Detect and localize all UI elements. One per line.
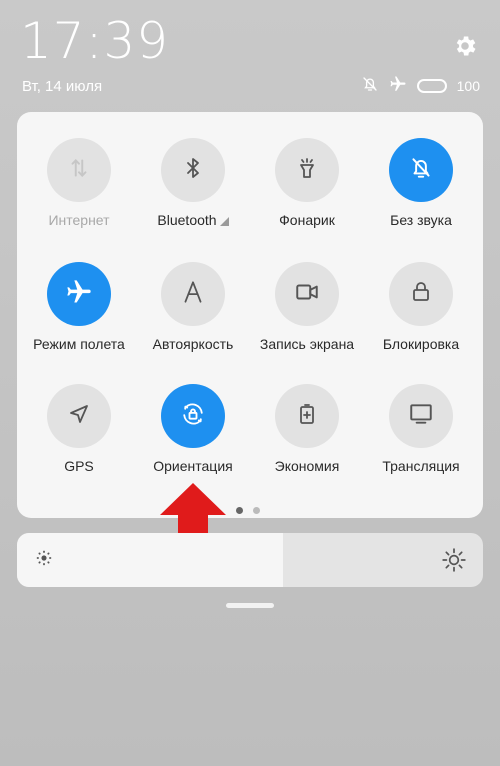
battery-icon (416, 79, 447, 93)
tile-airplane-mode[interactable]: Режим полета (21, 262, 137, 352)
drag-handle[interactable] (226, 603, 274, 608)
page-indicator (236, 507, 260, 514)
bluetooth-icon (181, 156, 205, 185)
tile-label: Запись экрана (259, 336, 355, 352)
tile-label-wrap: Bluetooth (135, 212, 251, 228)
tile-screen-record-button[interactable] (275, 262, 339, 326)
tile-lock[interactable]: Блокировка (363, 262, 479, 352)
tile-internet-button[interactable] (47, 138, 111, 202)
airplane-icon (65, 278, 93, 311)
quick-settings-panel: Интернет Bluetooth Фонарик Без звука Реж… (17, 112, 483, 518)
video-camera-icon (294, 279, 320, 310)
tile-battery-saver-button[interactable] (275, 384, 339, 448)
tile-silent-button[interactable] (389, 138, 453, 202)
tile-gps-button[interactable] (47, 384, 111, 448)
tile-label: Ориентация (153, 458, 233, 474)
page-dot-1[interactable] (236, 507, 243, 514)
tile-label: Фонарик (279, 212, 335, 228)
tile-orientation[interactable]: Ориентация (135, 384, 251, 474)
status-bar: 100 (361, 76, 480, 96)
data-arrows-icon (66, 155, 92, 186)
tile-label: Без звука (390, 212, 452, 228)
tile-auto-brightness-button[interactable] (161, 262, 225, 326)
tile-bluetooth-button[interactable] (161, 138, 225, 202)
bell-off-icon (408, 155, 434, 186)
tile-label: Режим полета (33, 336, 125, 352)
rotation-lock-icon (179, 400, 207, 433)
page-dot-2[interactable] (253, 507, 260, 514)
gear-icon[interactable] (452, 33, 478, 59)
tile-label: Bluetooth (157, 212, 217, 228)
tile-airplane-mode-button[interactable] (47, 262, 111, 326)
flashlight-icon (295, 156, 319, 185)
tile-label: Автояркость (152, 336, 234, 352)
expand-triangle-icon[interactable] (219, 217, 229, 226)
tile-orientation-button[interactable] (161, 384, 225, 448)
battery-saver-icon (295, 402, 319, 431)
cast-screen-icon (408, 401, 434, 432)
tile-flashlight[interactable]: Фонарик (249, 138, 365, 228)
brightness-high-icon (441, 547, 467, 578)
tile-bluetooth[interactable]: Bluetooth (135, 138, 251, 228)
tile-silent[interactable]: Без звука (363, 138, 479, 228)
tile-cast-button[interactable] (389, 384, 453, 448)
brightness-slider[interactable] (17, 533, 483, 587)
date: Вт, 14 июля (22, 78, 103, 95)
tile-internet[interactable]: Интернет (21, 138, 137, 228)
tile-label: Блокировка (382, 336, 460, 352)
lock-icon (409, 280, 433, 309)
tile-battery-saver[interactable]: Экономия (249, 384, 365, 474)
tile-label: GPS (64, 458, 94, 474)
battery-percent: 100 (456, 78, 480, 94)
tile-auto-brightness[interactable]: Автояркость (135, 262, 251, 352)
tile-lock-button[interactable] (389, 262, 453, 326)
tile-screen-record[interactable]: Запись экрана (249, 262, 365, 352)
tile-flashlight-button[interactable] (275, 138, 339, 202)
airplane-icon (389, 75, 407, 98)
tile-label: Интернет (48, 212, 110, 228)
tile-cast[interactable]: Трансляция (363, 384, 479, 474)
tile-label: Экономия (274, 458, 340, 474)
auto-brightness-icon (180, 279, 206, 310)
tile-label: Трансляция (382, 458, 460, 474)
tile-gps[interactable]: GPS (21, 384, 137, 474)
clock: 17:39 (20, 12, 170, 70)
bell-off-icon (361, 75, 379, 98)
brightness-fill (17, 533, 283, 587)
location-arrow-icon (67, 402, 91, 431)
brightness-low-icon (33, 547, 55, 574)
